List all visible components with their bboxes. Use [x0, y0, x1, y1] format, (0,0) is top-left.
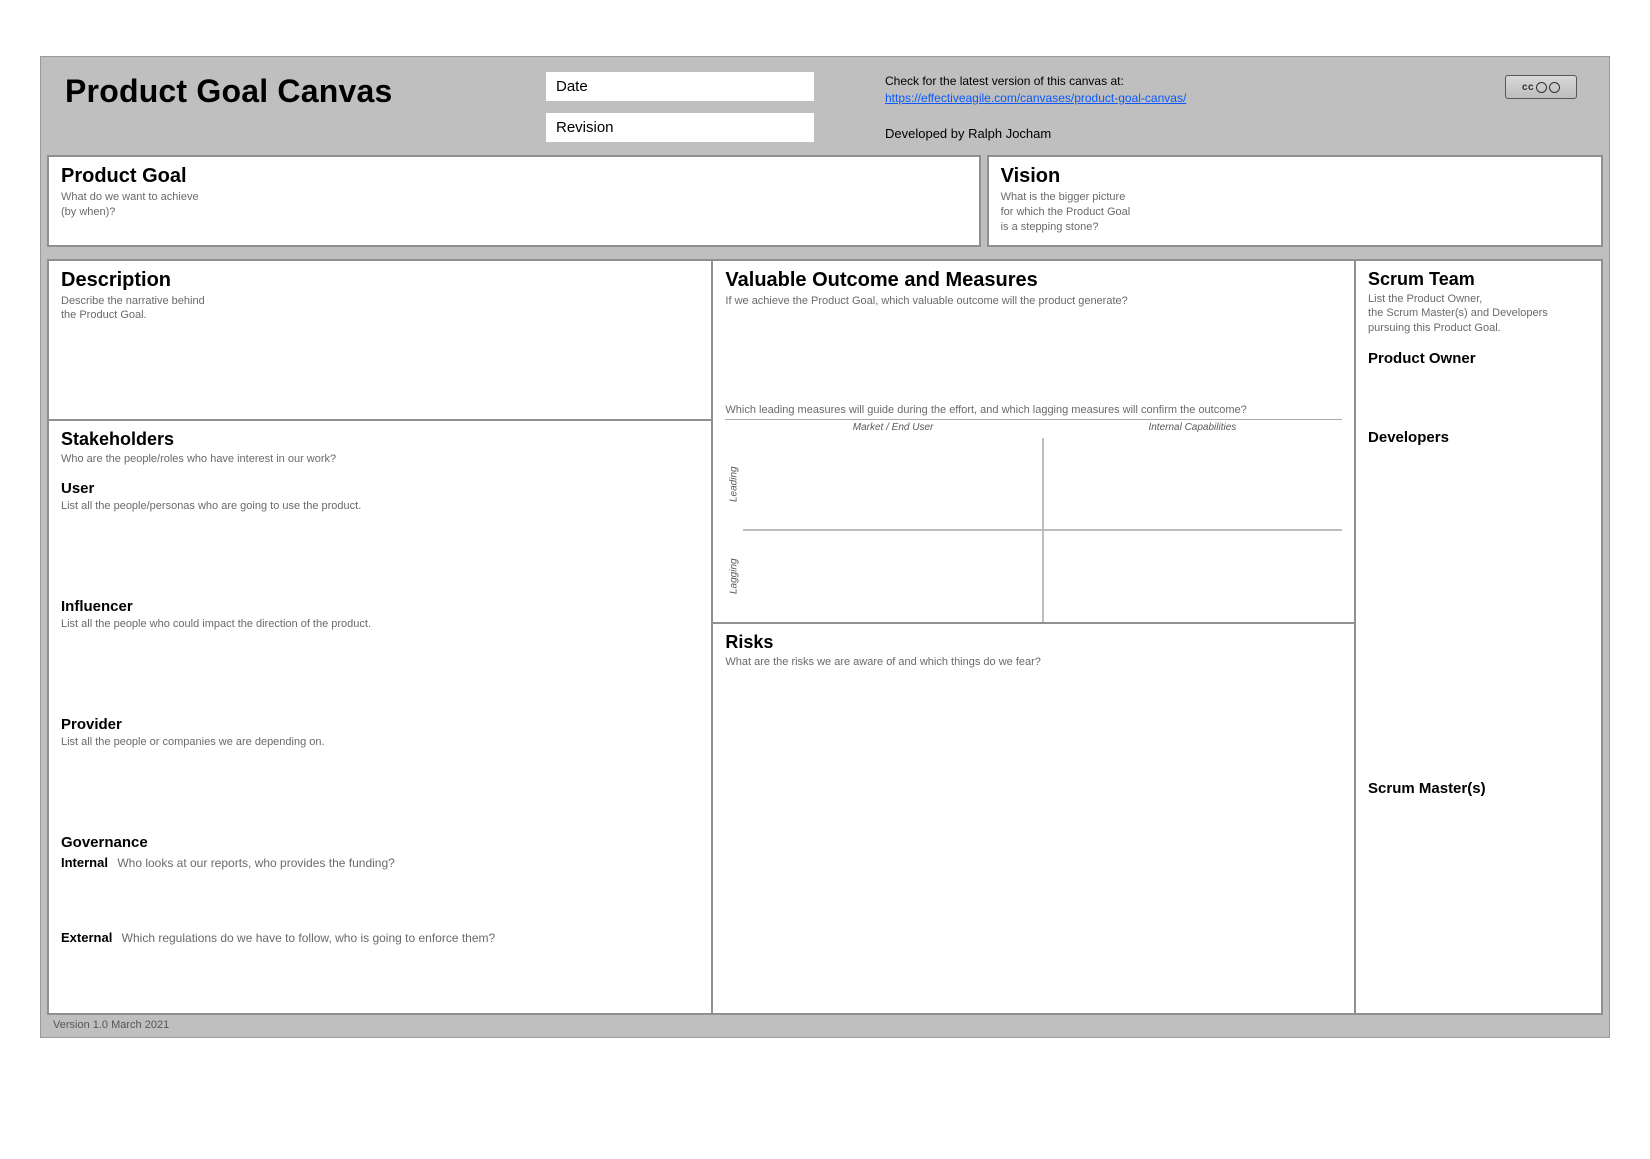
scrum-master-block[interactable]: [1368, 797, 1589, 877]
date-field[interactable]: Date: [545, 71, 815, 102]
cc-by-icon: [1536, 82, 1547, 93]
product-goal-sub2: (by when)?: [61, 205, 967, 220]
vision-panel: Vision What is the bigger picture for wh…: [987, 155, 1603, 247]
scrum-team-sub3: pursuing this Product Goal.: [1368, 321, 1589, 336]
product-owner-block[interactable]: [1368, 367, 1589, 415]
influencer-sub: List all the people who could impact the…: [61, 618, 699, 630]
vision-title: Vision: [1001, 165, 1589, 188]
provider-block[interactable]: [61, 748, 699, 820]
matrix-row-leading: Leading: [725, 438, 743, 530]
footer: Version 1.0 March 2021: [41, 1015, 1609, 1037]
governance-external-block[interactable]: [61, 945, 699, 1001]
developers-heading: Developers: [1368, 429, 1589, 446]
canvas-title: Product Goal Canvas: [65, 73, 535, 110]
matrix-cell-lagging-internal[interactable]: [1043, 530, 1342, 622]
developed-by: Developed by Ralph Jocham: [885, 125, 1495, 143]
left-column: Description Describe the narrative behin…: [47, 259, 711, 1016]
governance-internal-line: Internal Who looks at our reports, who p…: [61, 855, 699, 870]
meta-fields: Date Revision: [545, 71, 815, 143]
product-goal-title: Product Goal: [61, 165, 967, 188]
matrix-intro: Which leading measures will guide during…: [725, 404, 1342, 420]
canvas: Product Goal Canvas Date Revision Check …: [40, 56, 1610, 1038]
top-row: Product Goal What do we want to achieve …: [41, 155, 1609, 253]
governance-heading: Governance: [61, 834, 699, 851]
governance-external-sub: Which regulations do we have to follow, …: [122, 931, 496, 945]
description-sub2: the Product Goal.: [61, 308, 699, 323]
matrix-cell-lagging-market[interactable]: [743, 530, 1042, 622]
stakeholders-panel: Stakeholders Who are the people/roles wh…: [47, 421, 711, 1016]
developers-block[interactable]: [1368, 446, 1589, 766]
main-grid: Description Describe the narrative behin…: [41, 253, 1609, 1016]
influencer-block[interactable]: [61, 630, 699, 702]
vision-sub3: is a stepping stone?: [1001, 220, 1589, 235]
matrix-cell-leading-internal[interactable]: [1043, 438, 1342, 530]
scrum-team-panel: Scrum Team List the Product Owner, the S…: [1354, 259, 1603, 1016]
risks-title: Risks: [725, 632, 1342, 653]
governance-internal-sub: Who looks at our reports, who provides t…: [117, 856, 395, 870]
measures-matrix: Market / End User Internal Capabilities …: [725, 420, 1342, 622]
matrix-col-internal: Internal Capabilities: [1043, 420, 1342, 438]
vision-sub1: What is the bigger picture: [1001, 190, 1589, 205]
description-panel: Description Describe the narrative behin…: [47, 259, 711, 421]
outcome-panel: Valuable Outcome and Measures If we achi…: [711, 259, 1354, 625]
description-sub1: Describe the narrative behind: [61, 294, 699, 309]
governance-internal-block[interactable]: [61, 870, 699, 926]
scrum-master-heading: Scrum Master(s): [1368, 780, 1589, 797]
cc-license-badge: cc: [1505, 75, 1577, 99]
info-block: Check for the latest version of this can…: [825, 73, 1495, 143]
scrum-team-sub2: the Scrum Master(s) and Developers: [1368, 306, 1589, 321]
outcome-title: Valuable Outcome and Measures: [725, 269, 1342, 292]
user-block[interactable]: [61, 512, 699, 584]
cc-sa-icon: [1549, 82, 1560, 93]
check-version-text: Check for the latest version of this can…: [885, 73, 1495, 90]
provider-heading: Provider: [61, 716, 699, 733]
canvas-source-link[interactable]: https://effectiveagile.com/canvases/prod…: [885, 91, 1186, 105]
governance-external-label: External: [61, 930, 112, 945]
page: Product Goal Canvas Date Revision Check …: [0, 0, 1650, 1159]
risks-sub: What are the risks we are aware of and w…: [725, 655, 1342, 670]
matrix-corner: [725, 420, 743, 438]
risks-panel: Risks What are the risks we are aware of…: [711, 624, 1354, 1015]
right-column: Scrum Team List the Product Owner, the S…: [1354, 259, 1603, 1016]
product-goal-sub1: What do we want to achieve: [61, 190, 967, 205]
product-goal-panel: Product Goal What do we want to achieve …: [47, 155, 981, 247]
vision-sub2: for which the Product Goal: [1001, 205, 1589, 220]
governance-internal-label: Internal: [61, 855, 108, 870]
outcome-sub: If we achieve the Product Goal, which va…: [725, 294, 1342, 309]
stakeholders-sub: Who are the people/roles who have intere…: [61, 452, 699, 467]
scrum-team-sub1: List the Product Owner,: [1368, 292, 1589, 307]
version-text: Version 1.0 March 2021: [53, 1019, 169, 1031]
revision-field[interactable]: Revision: [545, 112, 815, 143]
middle-column: Valuable Outcome and Measures If we achi…: [711, 259, 1354, 1016]
cc-icon: cc: [1522, 82, 1534, 93]
stakeholders-title: Stakeholders: [61, 429, 699, 450]
matrix-row-lagging: Lagging: [725, 530, 743, 622]
scrum-team-title: Scrum Team: [1368, 269, 1589, 290]
matrix-cell-leading-market[interactable]: [743, 438, 1042, 530]
provider-sub: List all the people or companies we are …: [61, 736, 699, 748]
influencer-heading: Influencer: [61, 598, 699, 615]
matrix-col-market: Market / End User: [743, 420, 1042, 438]
product-owner-heading: Product Owner: [1368, 350, 1589, 367]
user-sub: List all the people/personas who are goi…: [61, 500, 699, 512]
user-heading: User: [61, 480, 699, 497]
description-title: Description: [61, 269, 699, 292]
outcome-freeform[interactable]: [725, 308, 1342, 404]
header: Product Goal Canvas Date Revision Check …: [41, 57, 1609, 155]
governance-external-line: External Which regulations do we have to…: [61, 930, 699, 945]
